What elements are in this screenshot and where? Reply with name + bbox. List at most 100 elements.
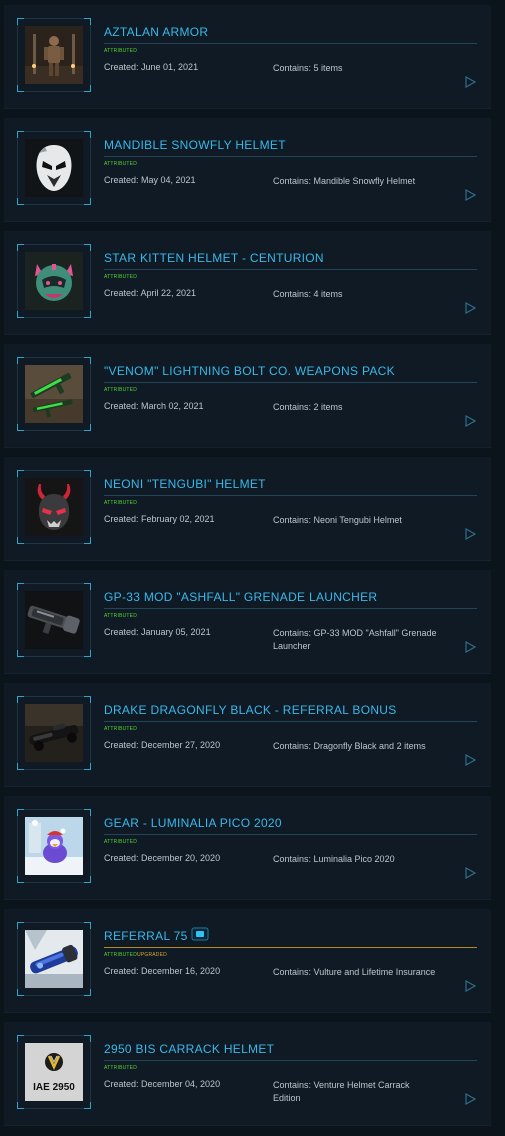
attributed-tag: ATTRIBUTED xyxy=(104,48,138,54)
created-date: Created: December 20, 2020 xyxy=(104,853,221,863)
pledge-item[interactable]: AZTALAN ARMOR ATTRIBUTED Created: June 0… xyxy=(4,5,491,108)
pledge-title[interactable]: GEAR - LUMINALIA PICO 2020 xyxy=(104,816,282,830)
title-divider xyxy=(104,721,477,722)
pledge-item[interactable]: "VENOM" LIGHTNING BOLT CO. WEAPONS PACK … xyxy=(4,344,491,447)
expand-arrow-icon[interactable] xyxy=(464,640,477,654)
created-date: Created: December 16, 2020 xyxy=(104,966,221,976)
created-date: Created: February 02, 2021 xyxy=(104,514,215,524)
thumbnail-frame[interactable] xyxy=(17,244,91,318)
title-divider xyxy=(104,382,477,383)
pledge-title[interactable]: MANDIBLE SNOWFLY HELMET xyxy=(104,138,286,152)
created-date: Created: April 22, 2021 xyxy=(104,288,197,298)
attributed-tag: ATTRIBUTED xyxy=(104,500,138,506)
created-date: Created: December 27, 2020 xyxy=(104,740,221,750)
contents-summary: Contains: Neoni Tengubi Helmet xyxy=(273,515,402,525)
thumbnail-frame[interactable] xyxy=(17,809,91,883)
title-divider xyxy=(104,43,477,44)
grenade-launcher-icon xyxy=(25,591,83,649)
pledge-item[interactable]: MANDIBLE SNOWFLY HELMET ATTRIBUTED Creat… xyxy=(4,118,491,221)
contents-summary: Contains: Luminalia Pico 2020 xyxy=(273,854,395,864)
pledge-item[interactable]: STAR KITTEN HELMET - CENTURION ATTRIBUTE… xyxy=(4,231,491,334)
expand-arrow-icon[interactable] xyxy=(464,188,477,202)
contents-summary: Contains: Vulture and Lifetime Insurance xyxy=(273,967,436,977)
title-divider xyxy=(104,495,477,496)
thumbnail-frame[interactable] xyxy=(17,922,91,996)
status-tags: ATTRIBUTED xyxy=(104,48,137,54)
contents-summary: Contains: 5 items xyxy=(273,63,343,73)
thumbnail-frame[interactable] xyxy=(17,18,91,92)
thumbnail-frame[interactable] xyxy=(17,131,91,205)
attributed-tag: ATTRIBUTED xyxy=(104,952,138,958)
attributed-tag: ATTRIBUTED xyxy=(104,613,138,619)
pledge-title[interactable]: AZTALAN ARMOR xyxy=(104,25,208,39)
attributed-tag: ATTRIBUTED xyxy=(104,161,138,167)
attributed-tag: ATTRIBUTED xyxy=(104,274,138,280)
attributed-tag: ATTRIBUTED xyxy=(104,387,138,393)
pledge-item[interactable]: GEAR - LUMINALIA PICO 2020 ATTRIBUTED Cr… xyxy=(4,796,491,899)
status-tags: ATTRIBUTED xyxy=(104,274,137,280)
contents-summary: Contains: 2 items xyxy=(273,402,343,412)
expand-arrow-icon[interactable] xyxy=(464,866,477,880)
dragonfly-bike-icon xyxy=(25,704,83,762)
status-tags: ATTRIBUTED xyxy=(104,387,137,393)
pledge-title[interactable]: 2950 BIS CARRACK HELMET xyxy=(104,1042,274,1056)
contents-summary: Contains: Venture Helmet Carrack Edition xyxy=(273,1080,410,1103)
pledge-title[interactable]: DRAKE DRAGONFLY BLACK - REFERRAL BONUS xyxy=(104,703,397,717)
thumbnail-frame[interactable] xyxy=(17,470,91,544)
contents-summary: Contains: Dragonfly Black and 2 items xyxy=(273,741,426,751)
green-weapons-icon xyxy=(25,365,83,423)
thumb-logo-text: IAE 2950 xyxy=(33,1082,75,1093)
horned-helmet-icon xyxy=(25,478,83,536)
attributed-tag: ATTRIBUTED xyxy=(104,726,138,732)
thumbnail-frame[interactable]: IAE 2950 xyxy=(17,1035,91,1109)
attributed-tag: ATTRIBUTED xyxy=(104,1065,138,1071)
title-divider xyxy=(104,156,477,157)
iae-2950-logo: IAE 2950 xyxy=(25,1043,83,1101)
status-tags: ATTRIBUTED xyxy=(104,500,137,506)
penguin-plush-icon xyxy=(25,817,83,875)
upgrade-badge-icon xyxy=(191,927,209,941)
pledge-title[interactable]: GP-33 MOD "ASHFALL" GRENADE LAUNCHER xyxy=(104,590,377,604)
pledge-list: AZTALAN ARMOR ATTRIBUTED Created: June 0… xyxy=(0,0,505,1136)
thumbnail-frame[interactable] xyxy=(17,696,91,770)
contents-summary: Contains: 4 items xyxy=(273,289,343,299)
expand-arrow-icon[interactable] xyxy=(464,979,477,993)
contents-summary: Contains: Mandible Snowfly Helmet xyxy=(273,176,416,186)
status-tags: ATTRIBUTEDUPGRADED xyxy=(104,952,167,958)
expand-arrow-icon[interactable] xyxy=(464,527,477,541)
expand-arrow-icon[interactable] xyxy=(464,1092,477,1106)
status-tags: ATTRIBUTED xyxy=(104,161,137,167)
created-date: Created: June 01, 2021 xyxy=(104,62,199,72)
title-divider xyxy=(104,269,477,270)
status-tags: ATTRIBUTED xyxy=(104,839,137,845)
pledge-title[interactable]: STAR KITTEN HELMET - CENTURION xyxy=(104,251,324,265)
vulture-ship-icon xyxy=(25,930,83,988)
pledge-item[interactable]: GP-33 MOD "ASHFALL" GRENADE LAUNCHER ATT… xyxy=(4,570,491,673)
pledge-title[interactable]: NEONI "TENGUBI" HELMET xyxy=(104,477,266,491)
pledge-title[interactable]: "VENOM" LIGHTNING BOLT CO. WEAPONS PACK xyxy=(104,364,395,378)
white-helmet-icon xyxy=(25,139,83,197)
expand-arrow-icon[interactable] xyxy=(464,414,477,428)
status-tags: ATTRIBUTED xyxy=(104,1065,137,1071)
pledge-item[interactable]: DRAKE DRAGONFLY BLACK - REFERRAL BONUS A… xyxy=(4,683,491,786)
expand-arrow-icon[interactable] xyxy=(464,301,477,315)
kitten-helmet-icon xyxy=(25,252,83,310)
created-date: Created: December 04, 2020 xyxy=(104,1079,221,1089)
thumbnail-frame[interactable] xyxy=(17,583,91,657)
title-divider xyxy=(104,1060,477,1061)
pledge-title[interactable]: REFERRAL 75 xyxy=(104,929,188,943)
thumbnail-frame[interactable] xyxy=(17,357,91,431)
armor-figure-icon xyxy=(25,26,83,84)
status-tags: ATTRIBUTED xyxy=(104,726,137,732)
title-divider xyxy=(104,608,477,609)
title-divider xyxy=(104,834,477,835)
pledge-item[interactable]: IAE 2950 2950 BIS CARRACK HELMET ATTRIBU… xyxy=(4,1022,491,1125)
expand-arrow-icon[interactable] xyxy=(464,753,477,767)
pledge-item[interactable]: NEONI "TENGUBI" HELMET ATTRIBUTED Create… xyxy=(4,457,491,560)
created-date: Created: January 05, 2021 xyxy=(104,627,211,637)
expand-arrow-icon[interactable] xyxy=(464,75,477,89)
pledge-item[interactable]: REFERRAL 75 ATTRIBUTEDUPGRADED Created: … xyxy=(4,909,491,1012)
status-tags: ATTRIBUTED xyxy=(104,613,137,619)
upgraded-tag: UPGRADED xyxy=(137,952,167,958)
created-date: Created: May 04, 2021 xyxy=(104,175,196,185)
